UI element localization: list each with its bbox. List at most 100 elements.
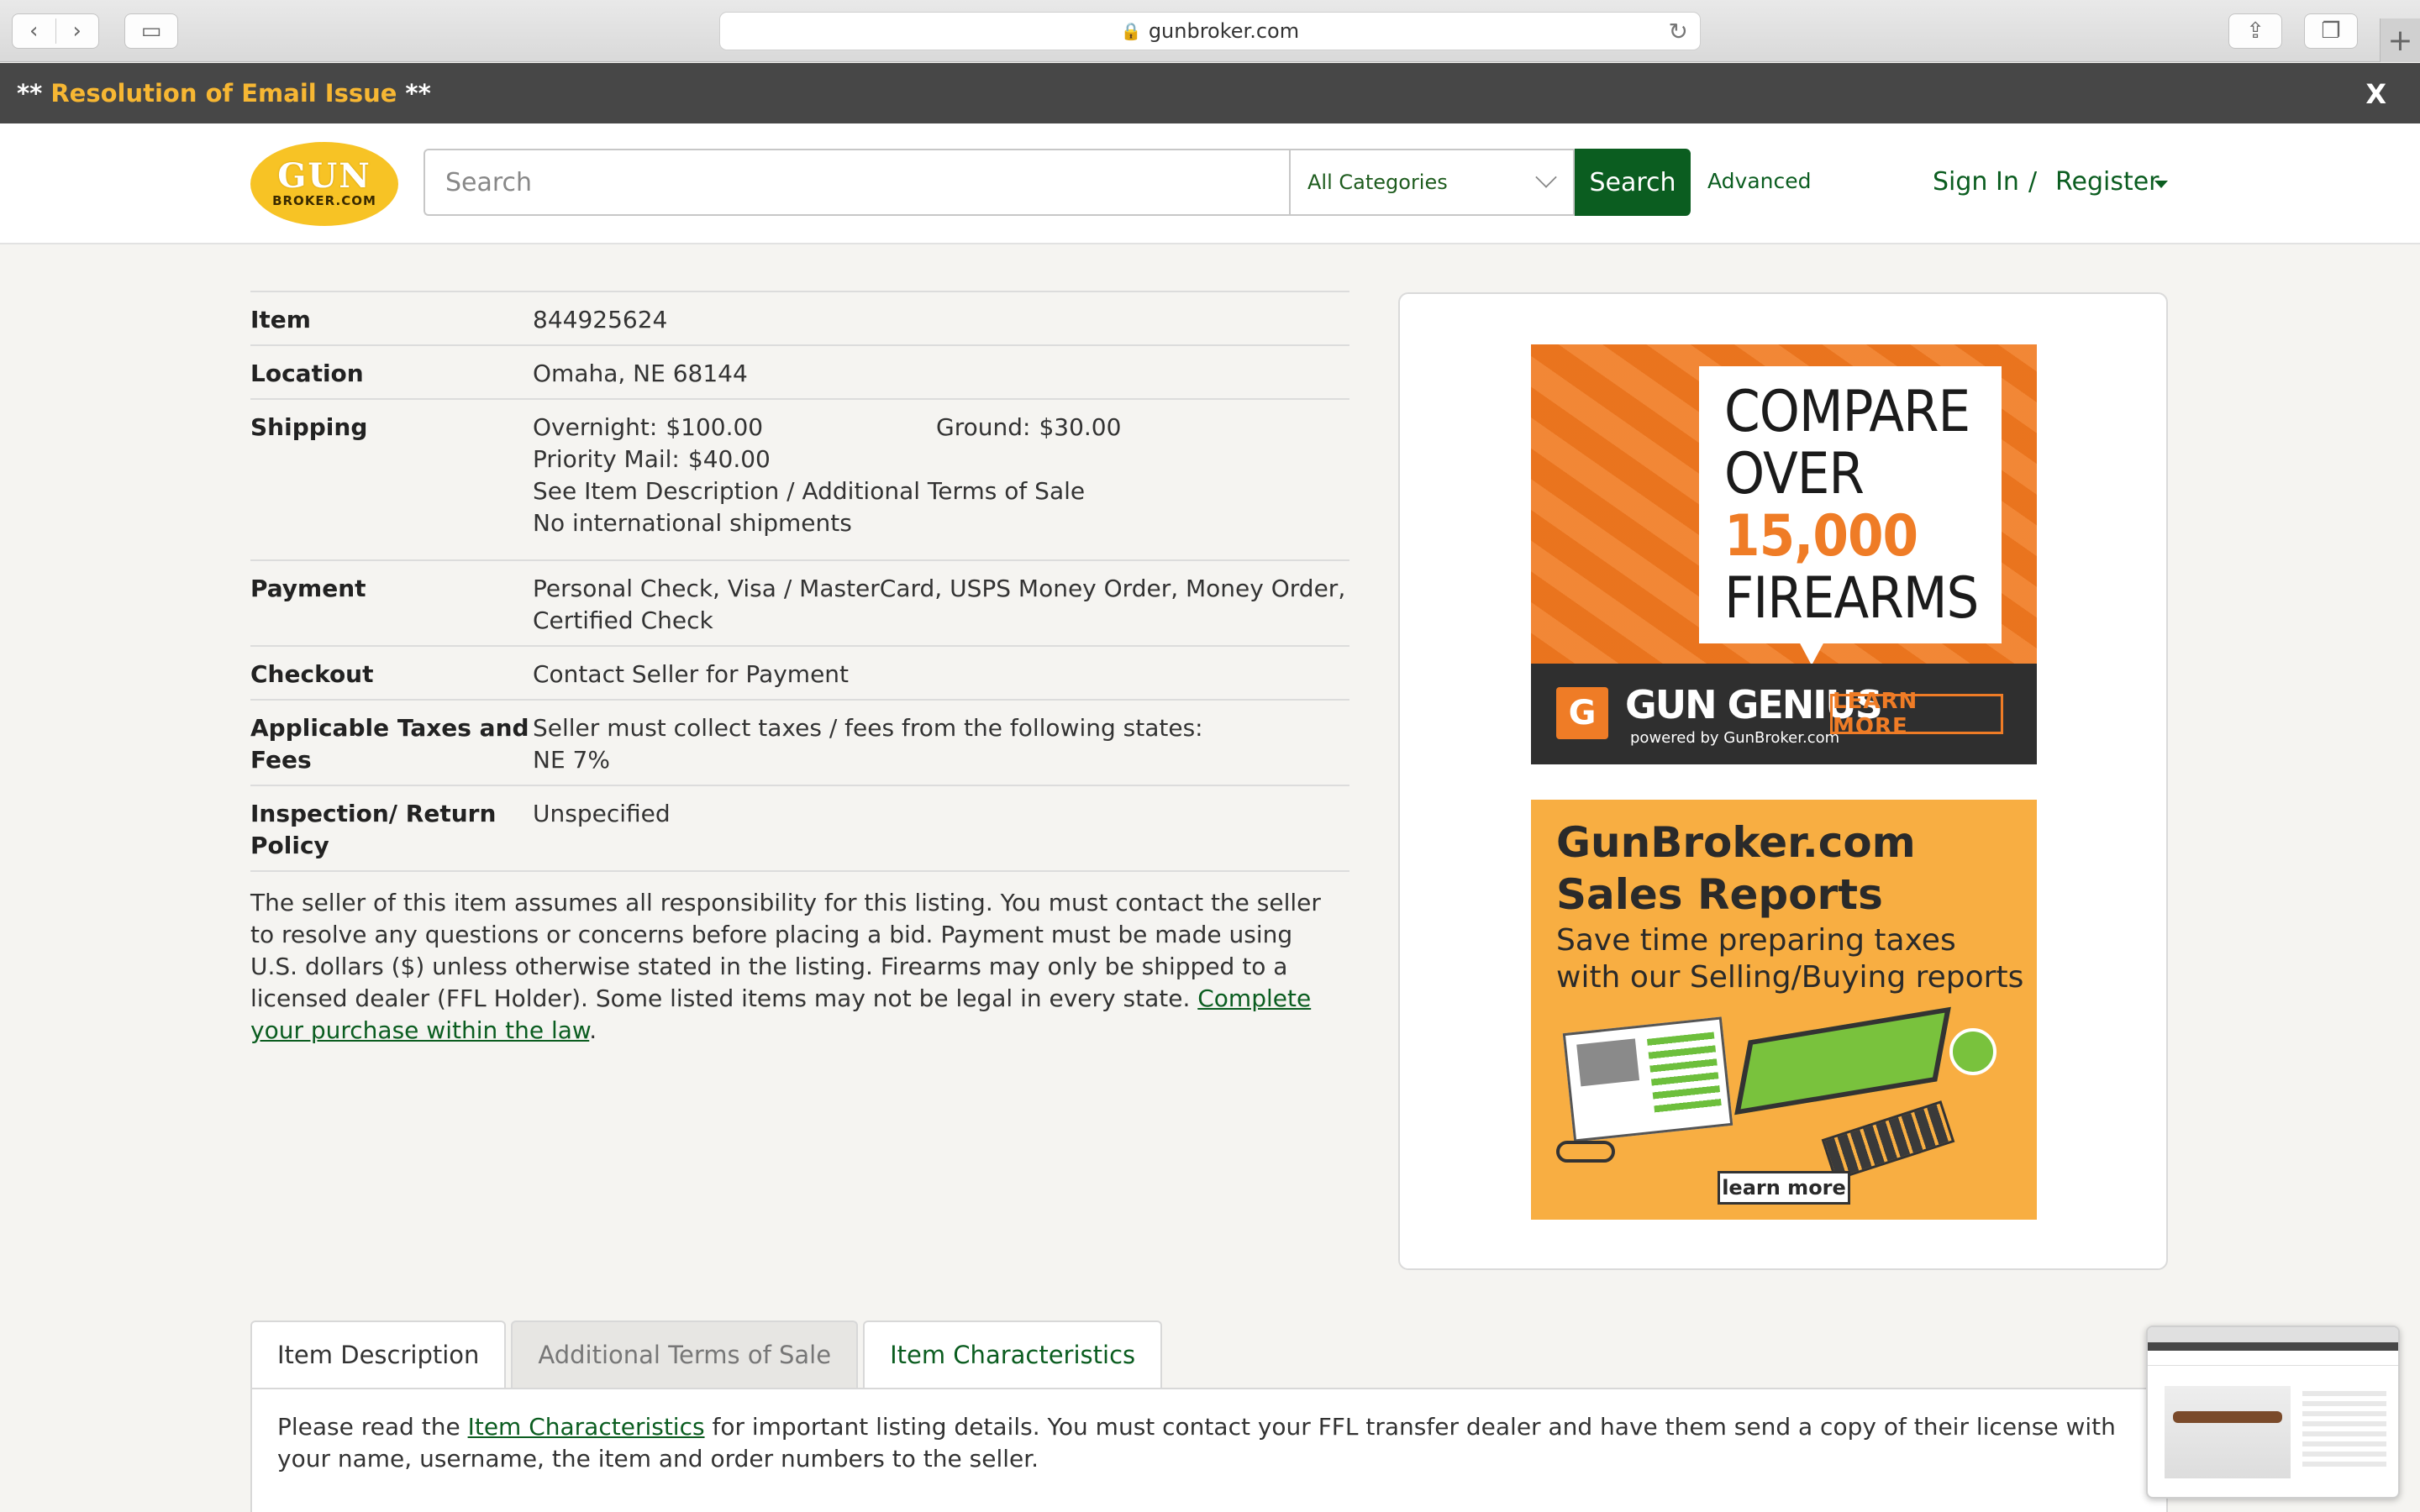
ad-headline: OVER	[1724, 441, 1865, 507]
ad-headline: COMPARE	[1724, 379, 1970, 445]
gun-genius-ad[interactable]: COMPARE OVER 15,000 FIREARMS G GUN GENIU…	[1531, 344, 2037, 764]
ad-subtitle-line: with our Selling/Buying reports	[1556, 960, 2024, 995]
coffee-cup-icon	[1949, 1028, 1996, 1075]
account-separator: /	[2028, 167, 2038, 197]
detail-row-checkout: Checkout Contact Seller for Payment	[250, 645, 1349, 699]
caret-down-icon[interactable]	[2154, 181, 2168, 188]
detail-label: Shipping	[250, 413, 368, 441]
search-input[interactable]	[424, 149, 1289, 216]
tab-overview-icon[interactable]: ❐	[2304, 13, 2358, 49]
thumb-rifle	[2173, 1411, 2282, 1423]
history-nav: ‹ ›	[12, 13, 99, 49]
detail-row-location: Location Omaha, NE 68144	[250, 344, 1349, 398]
ad-footer: G GUN GENIUS powered by GunBroker.com LE…	[1531, 664, 2037, 764]
back-icon[interactable]: ‹	[13, 18, 56, 44]
monitor-icon	[1734, 1006, 1951, 1116]
address-bar[interactable]: 🔒 gunbroker.com ↻	[719, 12, 1701, 50]
sign-in-link[interactable]: Sign In	[1933, 167, 2019, 197]
logo-text: GUN	[277, 156, 371, 196]
detail-value: Personal Check, Visa / MasterCard, USPS …	[533, 575, 1346, 634]
detail-row-taxes: Applicable Taxes and Fees Seller must co…	[250, 699, 1349, 785]
detail-label: Applicable Taxes and Fees	[250, 714, 529, 774]
category-select[interactable]: All Categories	[1289, 149, 1575, 216]
shipping-price: $100.00	[666, 413, 764, 441]
chevron-down-icon	[1535, 166, 1557, 188]
shipping-price: $40.00	[687, 445, 771, 473]
learn-more-button[interactable]: LEARN MORE	[1830, 689, 2003, 739]
browser-toolbar: ‹ › ▭ 🔒 gunbroker.com ↻ ⇪ ❐ +	[0, 0, 2420, 62]
register-link[interactable]: Register	[2055, 167, 2160, 197]
gun-genius-icon: G	[1556, 687, 1608, 739]
page-thumbnail-preview[interactable]	[2146, 1326, 2400, 1499]
ad-headline-number: 15,000	[1724, 503, 1918, 570]
lock-icon: 🔒	[1120, 21, 1142, 41]
detail-label: Checkout	[250, 660, 374, 688]
shipping-key: Ground:	[936, 413, 1031, 441]
shipping-ground: Ground: $30.00	[936, 412, 1272, 444]
ad-title-line: Sales Reports	[1556, 870, 1883, 919]
tab-additional-terms[interactable]: Additional Terms of Sale	[511, 1320, 859, 1388]
alert-link[interactable]: Resolution of Email Issue	[50, 79, 397, 108]
sales-reports-ad[interactable]: GunBroker.com Sales Reports Save time pre…	[1531, 800, 2037, 1220]
detail-label: Location	[250, 360, 364, 387]
reload-icon[interactable]: ↻	[1669, 18, 1688, 45]
tab-item-description[interactable]: Item Description	[250, 1320, 507, 1388]
search-button[interactable]: Search	[1575, 149, 1691, 216]
alert-prefix: **	[17, 79, 43, 108]
keyboard-icon	[1821, 1100, 1955, 1181]
alert-close-button[interactable]: X	[2365, 78, 2386, 110]
tab-item-characteristics[interactable]: Item Characteristics	[863, 1320, 1163, 1388]
detail-value: Omaha, NE 68144	[533, 360, 748, 387]
ad-panel: COMPARE OVER 15,000 FIREARMS G GUN GENIU…	[1398, 292, 2168, 1270]
tab-panel: Please read the Item Characteristics for…	[250, 1388, 2168, 1512]
ad-title: GunBroker.com Sales Reports	[1556, 816, 1916, 921]
thumb-image	[2165, 1386, 2291, 1478]
thumb-alert	[2148, 1342, 2398, 1351]
shipping-key: Overnight:	[533, 413, 658, 441]
shipping-key: Priority Mail:	[533, 445, 680, 473]
sidebar-toggle-icon[interactable]: ▭	[124, 13, 178, 49]
disclaimer-text: The seller of this item assumes all resp…	[250, 889, 1321, 1012]
shipping-price: $30.00	[1039, 413, 1122, 441]
detail-label: Item	[250, 306, 311, 333]
shipping-note: See Item Description / Additional Terms …	[533, 477, 1086, 505]
taxes-values: Seller must collect taxes / fees from th…	[533, 712, 1349, 776]
seller-disclaimer: The seller of this item assumes all resp…	[250, 887, 1343, 1047]
thumb-toolbar	[2148, 1327, 2398, 1342]
ad-brand-sub: powered by GunBroker.com	[1630, 729, 1840, 747]
detail-value: Seller must collect taxes / fees from th…	[533, 714, 1203, 742]
glasses-icon	[1556, 1141, 1615, 1163]
ad-subtitle-line: Save time preparing taxes	[1556, 923, 1956, 958]
item-characteristics-link[interactable]: Item Characteristics	[468, 1413, 705, 1441]
detail-value: NE 7%	[533, 746, 610, 774]
shipping-overnight: Overnight: $100.00	[533, 412, 936, 444]
category-selected: All Categories	[1307, 171, 1448, 194]
bubble-tail	[1798, 640, 1825, 665]
detail-label: Inspection/ Return Policy	[250, 800, 497, 859]
shipping-note: No international shipments	[533, 509, 852, 537]
address-url: gunbroker.com	[1148, 19, 1300, 43]
ad-title-line: GunBroker.com	[1556, 818, 1916, 867]
disclaimer-end: .	[589, 1016, 597, 1044]
announcement-bar: ** Resolution of Email Issue ** X	[0, 63, 2420, 123]
forward-icon[interactable]: ›	[56, 18, 99, 44]
detail-row-inspection: Inspection/ Return Policy Unspecified	[250, 785, 1349, 872]
ad-subtitle: Save time preparing taxes with our Sellin…	[1556, 922, 2023, 996]
ad-headline: FIREARMS	[1724, 565, 1979, 632]
report-document-icon	[1562, 1016, 1733, 1142]
learn-more-button[interactable]: learn more	[1718, 1171, 1850, 1205]
shipping-priority: Priority Mail: $40.00	[533, 444, 936, 475]
thumb-header	[2148, 1351, 2398, 1366]
detail-value: Unspecified	[533, 800, 671, 827]
new-tab-icon[interactable]: +	[2380, 18, 2420, 62]
alert-suffix: **	[405, 79, 431, 108]
logo-subtext: BROKER.COM	[272, 193, 376, 208]
shipping-values: Overnight: $100.00 Ground: $30.00 Priority…	[533, 412, 1349, 539]
detail-row-payment: Payment Personal Check, Visa / MasterCar…	[250, 559, 1349, 645]
gunbroker-logo[interactable]: GUN BROKER.COM	[250, 142, 398, 226]
share-icon[interactable]: ⇪	[2228, 13, 2282, 49]
listing-tabs: Item Description Additional Terms of Sal…	[250, 1320, 1167, 1388]
detail-value: Contact Seller for Payment	[533, 660, 850, 688]
advanced-search-link[interactable]: Advanced	[1707, 169, 1812, 193]
site-header: GUN BROKER.COM All Categories Search Adv…	[0, 123, 2420, 244]
